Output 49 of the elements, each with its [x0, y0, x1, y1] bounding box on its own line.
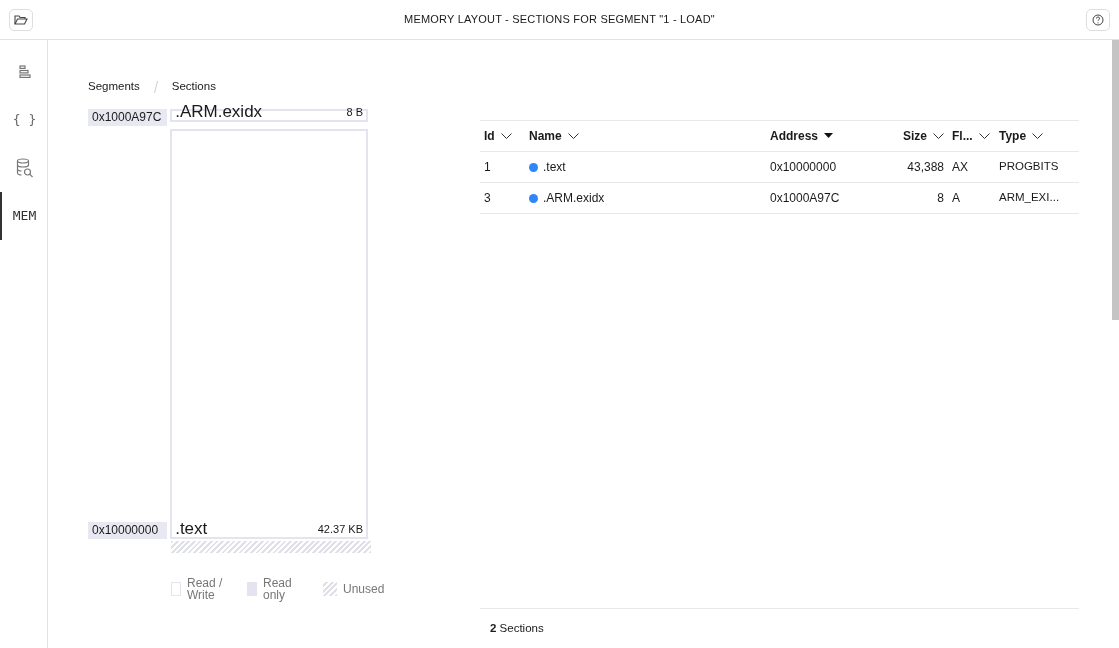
legend-label: Unused	[343, 583, 385, 596]
chevron-down-icon	[500, 133, 512, 139]
column-header[interactable]: Address	[766, 120, 896, 152]
table-cell: 1	[480, 151, 525, 183]
section-size: 42.37 KB	[317, 521, 363, 537]
legend-label: Read / Write	[187, 577, 224, 602]
column-header[interactable]: Size	[896, 120, 948, 152]
breadcrumb-current: Sections	[171, 79, 216, 94]
table-cell: 0x10000000	[766, 151, 896, 183]
window-title: MEMORY LAYOUT - SECTIONS FOR SEGMENT "1 - LOAD"	[403, 12, 716, 28]
section-count: 2 Sections	[480, 607, 1079, 648]
address-label: 0x1000A97C	[88, 109, 168, 127]
column-header[interactable]: Type	[995, 120, 1079, 152]
legend-swatch	[247, 582, 257, 597]
chevron-down-icon	[1032, 133, 1044, 139]
legend-label: Read only	[263, 577, 293, 602]
column-header[interactable]: Id	[480, 120, 525, 152]
table-cell: .ARM.exidx	[543, 191, 605, 205]
column-header[interactable]: Fl...	[948, 120, 995, 152]
table-cell: ARM_EXI...	[995, 182, 1079, 214]
address-label: 0x10000000	[88, 522, 168, 540]
column-header[interactable]: Name	[525, 120, 766, 152]
database-search-icon	[15, 158, 34, 178]
table-cell: .text	[543, 160, 566, 174]
chevron-down-icon	[933, 133, 944, 139]
sort-down-icon	[824, 133, 834, 138]
table-cell: AX	[948, 151, 995, 183]
open-folder-button[interactable]	[9, 8, 33, 31]
sidebar-tab[interactable]: { }	[0, 96, 48, 144]
section-name: .text	[175, 520, 208, 538]
table-cell: 3	[480, 182, 525, 214]
table-cell: 0x1000A97C	[766, 182, 896, 214]
table-cell: 8	[896, 182, 948, 214]
legend-swatch	[323, 582, 337, 597]
sidebar-tab[interactable]: MEM	[0, 192, 48, 240]
chevron-down-icon	[978, 133, 990, 139]
lines-icon	[18, 65, 31, 79]
breadcrumb-link[interactable]: Segments	[88, 78, 140, 96]
section-name: .ARM.exidx	[175, 103, 263, 121]
table-cell: 43,388	[896, 151, 948, 183]
table-cell: A	[948, 182, 995, 214]
legend-swatch	[171, 582, 181, 597]
separator-icon	[153, 80, 158, 93]
table-cell: PROGBITS	[995, 151, 1079, 183]
chevron-down-icon	[567, 133, 579, 139]
folder-icon	[14, 13, 28, 26]
section-size: 8 B	[346, 104, 363, 120]
help-button[interactable]	[1086, 8, 1110, 31]
help-icon	[1092, 13, 1104, 26]
